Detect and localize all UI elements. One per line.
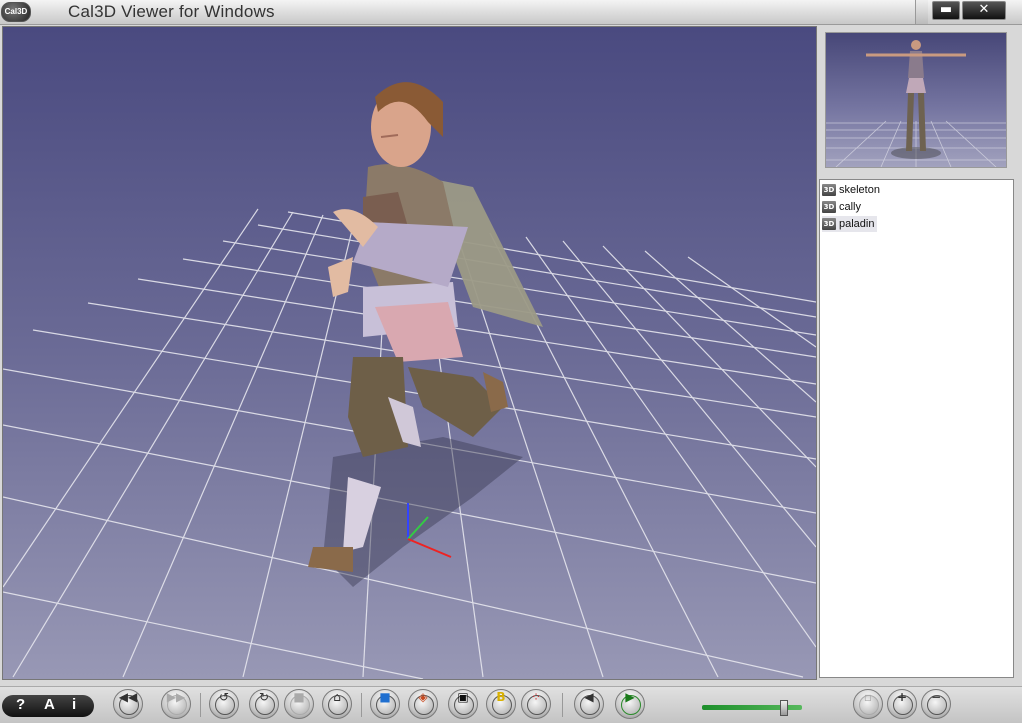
window-title: Cal3D Viewer for Windows	[68, 2, 275, 21]
help-group: ? A i	[2, 695, 94, 717]
save-button[interactable]: ▫	[853, 689, 883, 719]
bones-view-button[interactable]: B	[486, 689, 516, 719]
previous-icon: ◀	[584, 690, 594, 704]
previous-button[interactable]: ◀	[574, 689, 604, 719]
bounding-box-icon: ▣	[457, 690, 469, 704]
solid-view-button[interactable]: ■	[370, 689, 400, 719]
rewind-icon: ◀◀	[118, 690, 138, 704]
speed-slider-thumb[interactable]	[780, 700, 788, 716]
separator	[200, 693, 201, 717]
play-button[interactable]: ▶	[615, 689, 645, 719]
3d-viewport[interactable]	[2, 26, 817, 680]
wireframe-view-button[interactable]: ◈	[408, 689, 438, 719]
model-preview[interactable]	[825, 32, 1007, 168]
tree-item-skeleton[interactable]: 3D skeleton	[822, 182, 883, 198]
zoom-in-icon: +	[896, 690, 908, 704]
zoom-out-icon: −	[930, 690, 942, 704]
play-icon: ▶	[625, 690, 635, 704]
right-panel: 3D skeleton 3D cally 3D paladin	[817, 26, 1020, 678]
bones-view-icon: B	[496, 690, 506, 704]
axis-x	[407, 538, 452, 558]
stop-button[interactable]: ■	[284, 689, 314, 719]
model-3d-icon: 3D	[822, 218, 836, 231]
tree-item-label: cally	[839, 201, 862, 213]
model-3d-icon: 3D	[822, 184, 836, 197]
home-button[interactable]: ⌂	[322, 689, 352, 719]
tree-item-paladin[interactable]: 3D paladin	[822, 216, 878, 232]
tree-item-label: skeleton	[839, 184, 880, 196]
fast-forward-icon: ▶▶	[166, 690, 186, 704]
preview-render	[826, 40, 1006, 167]
separator	[361, 693, 362, 717]
rotate-right-button[interactable]: ↻	[249, 689, 279, 719]
separator	[562, 693, 563, 717]
rotate-left-icon: ↺	[218, 690, 230, 704]
model-3d-icon: 3D	[822, 201, 836, 214]
bounding-box-button[interactable]: ▣	[448, 689, 478, 719]
app-logo[interactable]: Cal3D	[1, 2, 31, 22]
title-tab-edge	[915, 0, 928, 24]
help-button[interactable]: ?	[16, 696, 25, 713]
wireframe-view-icon: ◈	[418, 690, 428, 704]
points-view-button[interactable]: ⁘	[521, 689, 551, 719]
minimize-button[interactable]: ▬	[932, 1, 960, 20]
close-button[interactable]: ✕	[962, 1, 1006, 20]
home-icon: ⌂	[333, 690, 341, 704]
info-button[interactable]: i	[72, 696, 76, 713]
rotate-left-button[interactable]: ↺	[209, 689, 239, 719]
tree-item-cally[interactable]: 3D cally	[822, 199, 864, 215]
tree-item-label: paladin	[839, 218, 875, 230]
rewind-button[interactable]: ◀◀	[113, 689, 143, 719]
model-tree: 3D skeleton 3D cally 3D paladin	[819, 179, 1014, 678]
points-view-icon: ⁘	[530, 690, 542, 704]
fast-forward-button[interactable]: ▶▶	[161, 689, 191, 719]
disk-icon: ▫	[863, 690, 873, 704]
about-button[interactable]: A	[44, 696, 55, 713]
zoom-in-button[interactable]: +	[887, 689, 917, 719]
title-bar: Cal3D Cal3D Viewer for Windows ▬ ✕	[0, 0, 1022, 25]
scene-render	[3, 82, 816, 679]
rotate-right-icon: ↻	[258, 690, 270, 704]
stop-icon: ■	[293, 690, 305, 704]
solid-view-icon: ■	[379, 690, 391, 704]
zoom-out-button[interactable]: −	[921, 689, 951, 719]
